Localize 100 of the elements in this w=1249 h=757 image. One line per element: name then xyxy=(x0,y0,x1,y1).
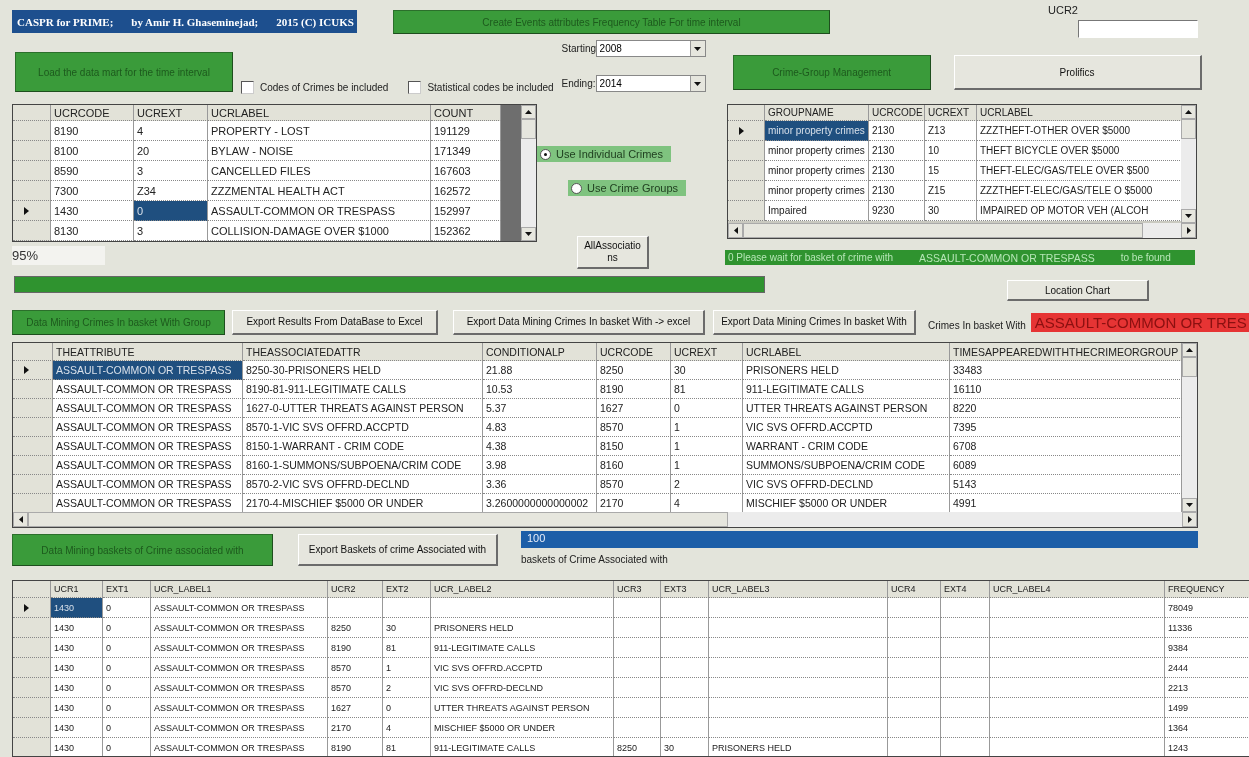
button[interactable]: Export Data Mining Crimes In basket With xyxy=(713,309,916,335)
table-cell xyxy=(661,658,709,678)
table-cell: 8250 xyxy=(614,738,661,756)
column-header[interactable]: UCR4 xyxy=(888,581,941,598)
vertical-scrollbar[interactable] xyxy=(521,105,536,241)
checkbox[interactable] xyxy=(408,81,422,94)
status-text: 0 Please wait for basket of crime with xyxy=(728,252,894,263)
column-header[interactable]: EXT4 xyxy=(941,581,990,598)
input-field[interactable] xyxy=(1078,20,1198,38)
column-header[interactable]: UCR_LABEL4 xyxy=(990,581,1165,598)
table-cell: PRISONERS HELD xyxy=(431,618,614,638)
column-header[interactable]: UCR1 xyxy=(51,581,103,598)
table-cell: 8570 xyxy=(597,475,671,494)
table-cell: 16110 xyxy=(950,380,1182,399)
column-header[interactable]: GROUPNAME xyxy=(765,105,869,121)
table-cell: 2130 xyxy=(869,161,925,181)
column-header[interactable]: THEASSOCIATEDATTR xyxy=(243,343,483,361)
horizontal-scrollbar[interactable] xyxy=(13,512,1197,527)
table-cell: 0 xyxy=(103,738,151,756)
table-cell: 1430 xyxy=(51,638,103,658)
column-header[interactable]: UCRLABEL xyxy=(208,105,431,121)
column-header[interactable]: UCREXT xyxy=(925,105,977,121)
column-header[interactable]: UCR_LABEL3 xyxy=(709,581,888,598)
table-cell: 0 xyxy=(103,698,151,718)
column-header[interactable]: UCR2 xyxy=(328,581,383,598)
button[interactable]: Export Data Mining Crimes In basket With -> excel xyxy=(453,309,705,335)
column-header[interactable]: UCRLABEL xyxy=(977,105,1181,121)
row-header xyxy=(13,343,53,361)
scroll-button[interactable] xyxy=(521,227,536,241)
table-cell: 1430 xyxy=(51,698,103,718)
dropdown[interactable]: 2014 xyxy=(595,75,706,92)
column-header[interactable]: UCREXT xyxy=(134,105,208,121)
column-header[interactable]: UCRCODE xyxy=(597,343,671,361)
column-header[interactable]: UCRCODE xyxy=(51,105,134,121)
scroll-thumb[interactable] xyxy=(1181,119,1196,139)
scroll-button[interactable] xyxy=(1182,498,1197,512)
column-header[interactable]: EXT3 xyxy=(661,581,709,598)
table-cell: ZZZTHEFT-OTHER OVER $5000 xyxy=(977,121,1181,141)
field-label: UCR2 xyxy=(1048,4,1078,18)
table-cell: 8190 xyxy=(328,638,383,658)
row-header[interactable] xyxy=(13,598,51,618)
column-header[interactable]: UCRCODE xyxy=(869,105,925,121)
table-cell: UTTER THREATS AGAINST PERSON xyxy=(431,698,614,718)
confidence-field[interactable]: 95% xyxy=(12,246,105,265)
column-header[interactable]: TIMESAPPEAREDWITHTHECRIMEORGROUP xyxy=(950,343,1182,361)
row-header[interactable] xyxy=(13,201,51,221)
scroll-thumb[interactable] xyxy=(1182,357,1197,377)
checkbox-label: Statistical codes be included xyxy=(427,82,554,93)
table-cell: ASSAULT-COMMON OR TRESPASS xyxy=(151,638,328,658)
table-cell: 81 xyxy=(383,738,431,756)
table-cell: 1430 xyxy=(51,738,103,756)
scroll-button[interactable] xyxy=(728,223,743,238)
table-cell: 9384 xyxy=(1165,638,1249,658)
column-header[interactable]: UCR3 xyxy=(614,581,661,598)
row-header[interactable] xyxy=(13,361,53,380)
all-associations-button[interactable]: AllAssociations xyxy=(577,236,649,269)
checkbox[interactable] xyxy=(241,81,254,94)
scroll-button[interactable] xyxy=(1181,105,1196,119)
scroll-button[interactable] xyxy=(1181,209,1196,223)
button[interactable]: Export Results From DataBase to Excel xyxy=(232,309,438,335)
scroll-button[interactable] xyxy=(1181,223,1196,238)
table-cell: 30 xyxy=(661,738,709,756)
scroll-button[interactable] xyxy=(1182,512,1197,527)
column-header[interactable]: UCRLABEL xyxy=(743,343,950,361)
column-header[interactable]: FREQUENCY xyxy=(1165,581,1249,598)
table-cell: 1430 xyxy=(51,678,103,698)
title-text: by Amir H. Ghaseminejad; xyxy=(131,15,259,28)
button[interactable]: Export Baskets of crime Associated with xyxy=(298,534,498,566)
table-cell: 2 xyxy=(671,475,743,494)
vertical-scrollbar[interactable] xyxy=(1181,105,1196,223)
location-chart-button[interactable]: Location Chart xyxy=(1007,280,1149,301)
column-header[interactable]: UCREXT xyxy=(671,343,743,361)
radio-option[interactable]: Use Crime Groups xyxy=(568,180,687,196)
table-cell: 4 xyxy=(134,121,208,141)
button[interactable]: Prolifics xyxy=(953,55,1202,90)
column-header[interactable]: THEATTRIBUTE xyxy=(53,343,243,361)
column-header[interactable]: UCR_LABEL2 xyxy=(431,581,614,598)
column-header[interactable]: EXT2 xyxy=(383,581,431,598)
radio-option[interactable]: Use Individual Crimes xyxy=(537,146,671,162)
table-cell xyxy=(614,678,661,698)
row-header[interactable] xyxy=(728,121,765,141)
table-cell: 0 xyxy=(103,658,151,678)
table-cell: VIC SVS OFFRD.ACCPTD xyxy=(431,658,614,678)
table-cell: 911-LEGITIMATE CALLS xyxy=(743,380,950,399)
dropdown[interactable]: 2008 xyxy=(595,40,706,57)
table-cell xyxy=(614,718,661,738)
table-cell xyxy=(661,718,709,738)
column-header[interactable]: CONDITIONALP xyxy=(483,343,597,361)
column-header[interactable]: EXT1 xyxy=(103,581,151,598)
column-header[interactable]: COUNT xyxy=(431,105,501,121)
scroll-button[interactable] xyxy=(521,105,536,119)
checkbox-label: Codes of Crimes be included xyxy=(260,82,389,93)
scroll-thumb[interactable] xyxy=(521,119,536,139)
table-cell: 4.83 xyxy=(483,418,597,437)
table-cell: 1 xyxy=(671,437,743,456)
column-header[interactable]: UCR_LABEL1 xyxy=(151,581,328,598)
vertical-scrollbar[interactable] xyxy=(1182,343,1197,512)
scroll-button[interactable] xyxy=(1182,343,1197,357)
scroll-thumb[interactable] xyxy=(28,512,728,527)
scroll-button[interactable] xyxy=(13,512,28,527)
